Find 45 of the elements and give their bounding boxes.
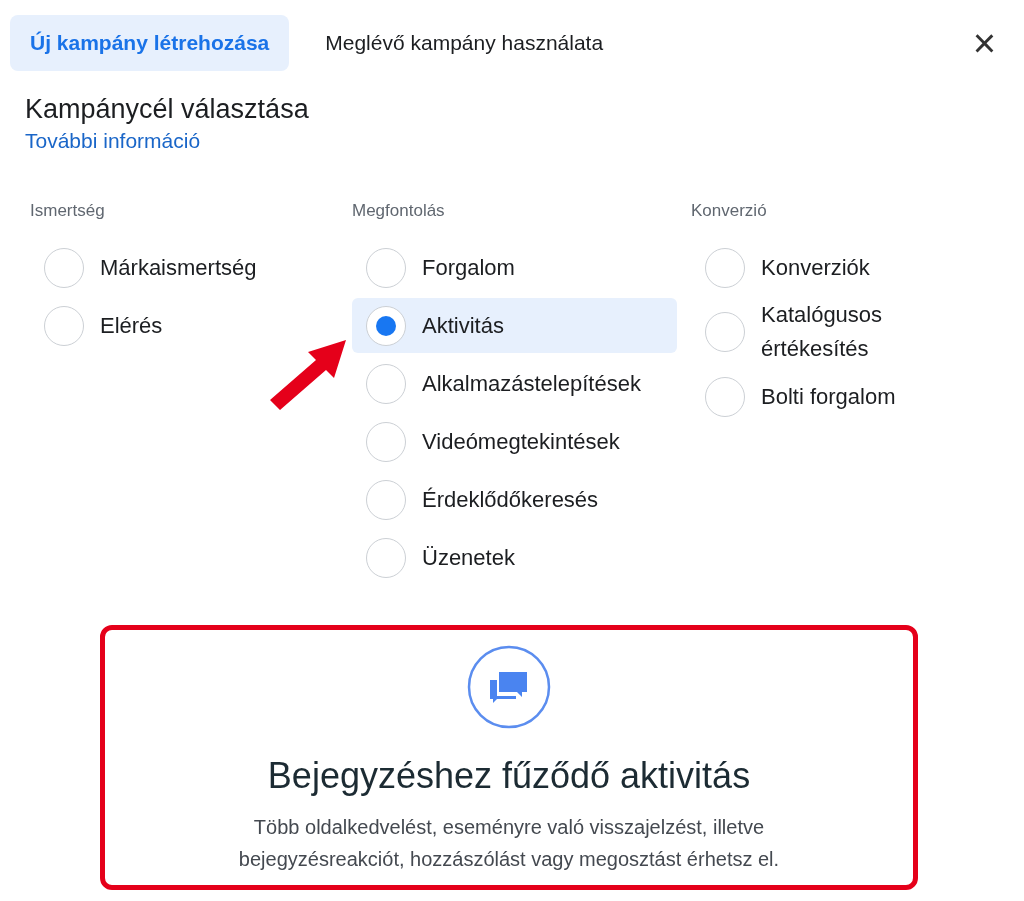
option-row[interactable]: Érdeklődőkeresés — [352, 472, 677, 527]
option-label: Katalógusos értékesítés — [761, 301, 884, 363]
radio-button[interactable] — [366, 363, 406, 404]
option-label: Elérés — [100, 311, 163, 340]
close-button[interactable]: × — [966, 23, 1002, 63]
more-info-link[interactable]: További információ — [25, 129, 201, 153]
option-row[interactable]: Alkalmazástelepítések — [352, 356, 677, 411]
option-label: Videómegtekintések — [422, 427, 620, 456]
radio-button[interactable] — [366, 305, 406, 346]
radio-button[interactable] — [366, 479, 406, 520]
option-row[interactable]: Forgalom — [352, 240, 677, 295]
option-label: Márkaismertség — [100, 253, 257, 282]
radio-button[interactable] — [366, 421, 406, 462]
radio-button[interactable] — [705, 312, 745, 352]
radio-button[interactable] — [705, 247, 745, 288]
option-row[interactable]: Konverziók — [691, 240, 1016, 295]
group-title: Ismertség — [30, 201, 106, 221]
option-label: Üzenetek — [422, 543, 515, 572]
option-label: Forgalom — [422, 253, 515, 282]
dialog-heading: Kampánycél választása — [25, 93, 310, 125]
option-row[interactable]: Elérés — [30, 298, 355, 353]
radio-button[interactable] — [705, 376, 745, 417]
radio-button[interactable] — [366, 247, 406, 288]
option-label: Érdeklődőkeresés — [422, 485, 599, 514]
option-label: Konverziók — [761, 253, 870, 282]
objective-description: bejegyzésreakciót, hozzászólást vagy megosztást érhetsz el. — [238, 847, 780, 872]
option-label: Alkalmazástelepítések — [422, 369, 641, 398]
option-row[interactable]: Bolti forgalom — [691, 369, 1016, 424]
radio-button[interactable] — [366, 537, 406, 578]
option-row[interactable]: Katalógusos értékesítés — [691, 298, 1016, 366]
option-row[interactable]: Videómegtekintések — [352, 414, 677, 469]
radio-button[interactable] — [44, 305, 84, 346]
objective-title: Bejegyzéshez fűződő aktivitás — [267, 755, 751, 797]
option-label: Bolti forgalom — [761, 382, 896, 411]
radio-button[interactable] — [44, 247, 84, 288]
tab[interactable]: Meglévő kampány használata — [305, 15, 624, 71]
objective-description: Több oldalkedvelést, eseményre való visszajelzést, illetve — [253, 815, 765, 840]
tab[interactable]: Új kampány létrehozása — [10, 15, 290, 71]
option-label: Aktivitás — [422, 311, 504, 340]
selected-option-row[interactable]: Aktivitás — [352, 298, 677, 353]
option-row[interactable]: Márkaismertség — [30, 240, 355, 295]
group-title: Megfontolás — [352, 201, 446, 221]
option-row[interactable]: Üzenetek — [352, 530, 677, 585]
group-title: Konverzió — [691, 201, 768, 221]
chat-bubbles-icon — [467, 645, 551, 729]
